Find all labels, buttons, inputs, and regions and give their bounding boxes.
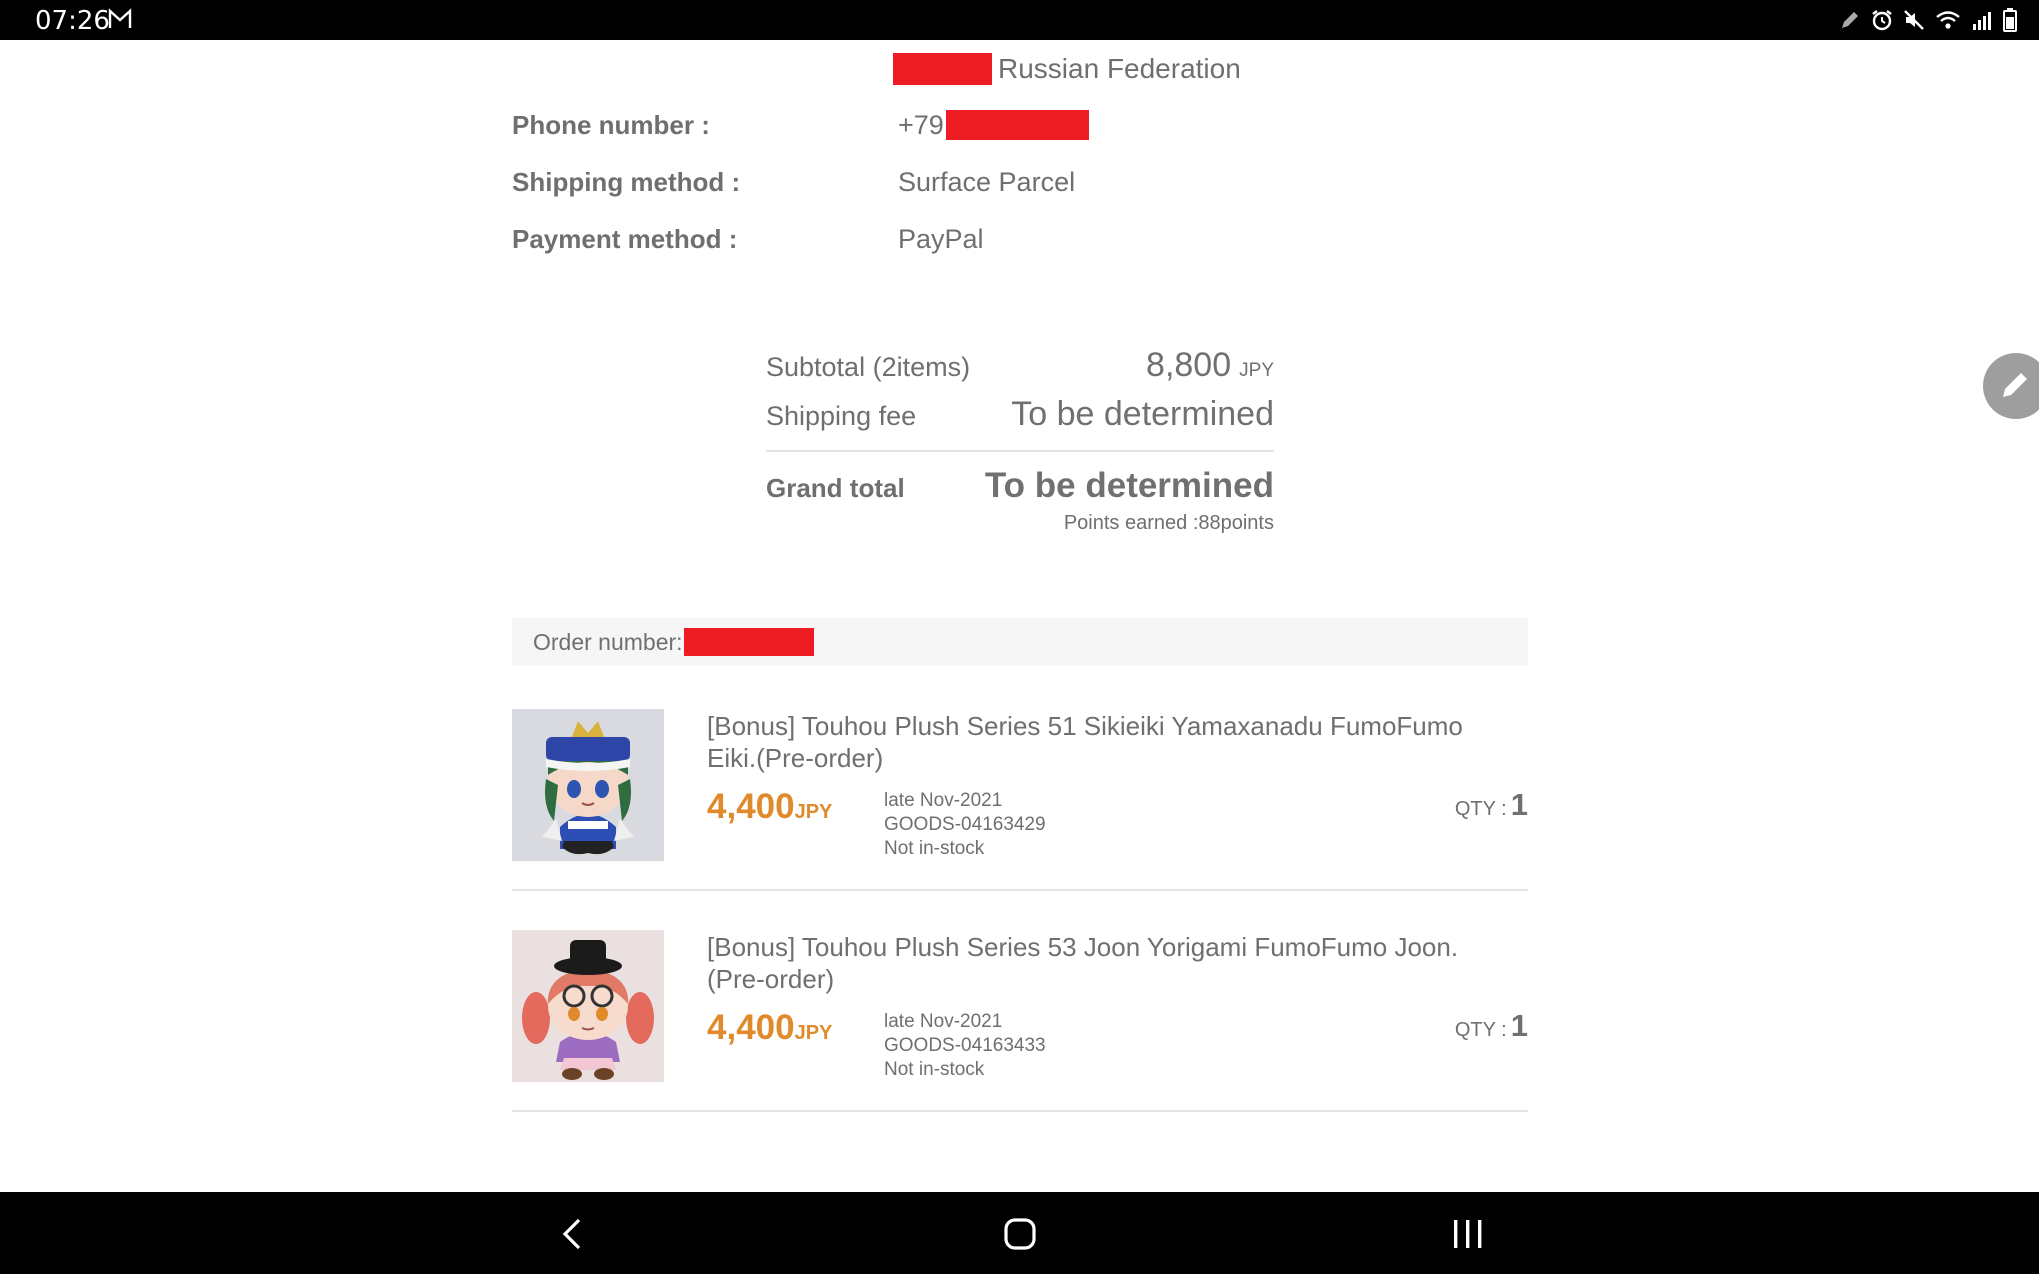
grand-total-label: Grand total bbox=[766, 473, 905, 503]
edit-button[interactable] bbox=[1983, 353, 2039, 419]
payment-method-label: Payment method : bbox=[512, 223, 738, 254]
product-price: 4,400JPY bbox=[707, 787, 832, 827]
order-totals: Subtotal (2items) 8,800 JPY Shipping fee … bbox=[766, 346, 1274, 535]
order-number-label: Order number: bbox=[533, 628, 683, 655]
product-code: GOODS-04163433 bbox=[884, 1035, 1046, 1056]
price-amount: 4,400 bbox=[707, 787, 795, 826]
price-currency: JPY bbox=[794, 801, 833, 823]
totals-divider bbox=[766, 450, 1274, 452]
status-icons bbox=[1839, 8, 2017, 32]
status-bar: 07:26 bbox=[0, 0, 2039, 40]
subtotal-value: 8,800 JPY bbox=[1146, 346, 1274, 385]
product-image-joon[interactable] bbox=[512, 930, 664, 1082]
address-country: Russian Federation bbox=[998, 53, 1241, 84]
subtotal-amount: 8,800 bbox=[1146, 346, 1232, 384]
wifi-icon bbox=[1936, 11, 1960, 29]
shipping-fee-row: Shipping fee To be determined bbox=[766, 395, 1274, 434]
redacted-phone bbox=[945, 110, 1089, 140]
signal-icon bbox=[1973, 12, 1991, 30]
payment-method-value: PayPal bbox=[898, 223, 984, 254]
mail-icon bbox=[108, 8, 132, 28]
phone-value: +79 bbox=[898, 110, 1089, 141]
quantity: QTY :1 bbox=[1455, 1008, 1528, 1044]
price-amount: 4,400 bbox=[707, 1008, 795, 1047]
order-number-bar: Order number: bbox=[512, 618, 1528, 666]
release-date: late Nov-2021 bbox=[884, 1011, 1003, 1032]
shipping-method-value: Surface Parcel bbox=[898, 166, 1076, 197]
payment-method-row: Payment method : PayPal bbox=[512, 222, 984, 256]
order-item[interactable]: [Bonus] Touhou Plush Series 53 Joon Yori… bbox=[512, 930, 1528, 1112]
battery-icon bbox=[2003, 8, 2017, 32]
qty-label: QTY : bbox=[1454, 798, 1507, 820]
order-page: Russian Federation Phone number : +79 Sh… bbox=[0, 40, 2039, 1192]
release-date: late Nov-2021 bbox=[884, 790, 1003, 811]
address-line-cutoff bbox=[898, 40, 1518, 42]
shipping-fee-label: Shipping fee bbox=[766, 401, 917, 431]
redacted-order-number bbox=[683, 628, 814, 656]
phone-prefix: +79 bbox=[898, 109, 944, 140]
product-title[interactable]: [Bonus] Touhou Plush Series 53 Joon Yori… bbox=[707, 931, 1507, 995]
qty-label: QTY : bbox=[1454, 1019, 1507, 1041]
grand-total-value: To be determined bbox=[984, 466, 1274, 505]
product-code: GOODS-04163429 bbox=[884, 814, 1046, 835]
pen-icon bbox=[1842, 12, 1858, 28]
stock-status: Not in-stock bbox=[884, 838, 985, 859]
shipping-method-row: Shipping method : Surface Parcel bbox=[512, 165, 1075, 199]
shipping-fee-value: To be determined bbox=[1011, 395, 1274, 433]
recents-icon[interactable] bbox=[1448, 1214, 1488, 1254]
price-currency: JPY bbox=[794, 1022, 833, 1044]
product-title[interactable]: [Bonus] Touhou Plush Series 51 Sikieiki … bbox=[707, 710, 1507, 774]
alarm-icon bbox=[1872, 10, 1892, 31]
address-country-line: Russian Federation bbox=[893, 53, 1241, 85]
edit-icon bbox=[2003, 373, 2027, 397]
product-meta: late Nov-2021 GOODS-04163429 Not in-stoc… bbox=[884, 789, 1046, 861]
points-earned: Points earned :88points bbox=[1063, 512, 1274, 534]
subtotal-unit: JPY bbox=[1239, 360, 1274, 381]
stock-status: Not in-stock bbox=[884, 1059, 985, 1080]
status-time: 07:26 bbox=[35, 6, 110, 36]
phone-row: Phone number : +79 bbox=[512, 108, 1089, 142]
order-item[interactable]: [Bonus] Touhou Plush Series 51 Sikieiki … bbox=[512, 709, 1528, 891]
qty-value: 1 bbox=[1510, 787, 1528, 822]
redacted-city bbox=[893, 53, 992, 85]
back-icon[interactable] bbox=[553, 1214, 593, 1254]
grand-total-row: Grand total To be determined bbox=[766, 466, 1274, 506]
quantity: QTY :1 bbox=[1455, 787, 1528, 823]
qty-value: 1 bbox=[1510, 1008, 1528, 1043]
shipping-method-label: Shipping method : bbox=[512, 166, 741, 197]
subtotal-label: Subtotal (2items) bbox=[766, 352, 971, 382]
phone-label: Phone number : bbox=[512, 109, 710, 140]
product-meta: late Nov-2021 GOODS-04163433 Not in-stoc… bbox=[884, 1010, 1046, 1082]
product-image-eiki[interactable] bbox=[512, 709, 664, 861]
product-price: 4,400JPY bbox=[707, 1008, 832, 1048]
subtotal-row: Subtotal (2items) 8,800 JPY bbox=[766, 346, 1274, 385]
mute-icon bbox=[1904, 10, 1924, 30]
home-icon[interactable] bbox=[1000, 1214, 1040, 1254]
navigation-bar bbox=[0, 1192, 2039, 1274]
